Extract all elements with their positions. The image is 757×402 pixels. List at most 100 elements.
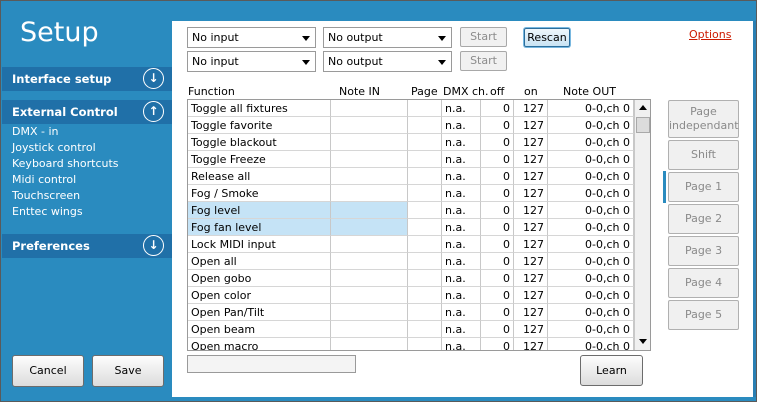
page-2-button[interactable]: Page 2: [668, 204, 739, 234]
note-in-cell[interactable]: [331, 338, 408, 350]
page-cell[interactable]: [408, 253, 442, 270]
page-cell[interactable]: [408, 151, 442, 168]
midi-input-select-2[interactable]: No input: [187, 51, 316, 72]
dmx-cell[interactable]: n.a.: [442, 202, 481, 219]
page-cell[interactable]: [408, 270, 442, 287]
table-row[interactable]: Toggle all fixtures n.a. 0 127 0-0,ch 0: [188, 100, 634, 117]
page-cell[interactable]: [408, 338, 442, 350]
dmx-cell[interactable]: n.a.: [442, 168, 481, 185]
shift-button[interactable]: Shift: [668, 140, 739, 170]
off-cell[interactable]: 0: [481, 270, 514, 287]
on-cell[interactable]: 127: [514, 236, 548, 253]
scroll-down-icon[interactable]: [635, 334, 650, 350]
midi-output-select-1[interactable]: No output: [323, 27, 452, 48]
on-cell[interactable]: 127: [514, 304, 548, 321]
up-arrow-circle-icon[interactable]: ↑: [143, 101, 164, 122]
table-row[interactable]: Toggle favorite n.a. 0 127 0-0,ch 0: [188, 117, 634, 134]
note-out-cell[interactable]: 0-0,ch 0: [548, 287, 634, 304]
midi-output-select-2[interactable]: No output: [323, 51, 452, 72]
note-in-cell[interactable]: [331, 117, 408, 134]
off-cell[interactable]: 0: [481, 168, 514, 185]
page-cell[interactable]: [408, 219, 442, 236]
off-cell[interactable]: 0: [481, 236, 514, 253]
page-cell[interactable]: [408, 134, 442, 151]
table-row[interactable]: Toggle Freeze n.a. 0 127 0-0,ch 0: [188, 151, 634, 168]
sidebar-item-enttec-wings[interactable]: Enttec wings: [12, 205, 83, 218]
sidebar-item-touchscreen[interactable]: Touchscreen: [12, 189, 80, 202]
sidebar-item-dmx-in[interactable]: DMX - in: [12, 125, 59, 138]
note-in-cell[interactable]: [331, 287, 408, 304]
page-cell[interactable]: [408, 321, 442, 338]
on-cell[interactable]: 127: [514, 151, 548, 168]
section-interface-setup[interactable]: Interface setup ↓: [2, 67, 172, 91]
off-cell[interactable]: 0: [481, 253, 514, 270]
dmx-cell[interactable]: n.a.: [442, 117, 481, 134]
on-cell[interactable]: 127: [514, 168, 548, 185]
on-cell[interactable]: 127: [514, 185, 548, 202]
dmx-cell[interactable]: n.a.: [442, 236, 481, 253]
note-out-cell[interactable]: 0-0,ch 0: [548, 202, 634, 219]
sidebar-item-keyboard-shortcuts[interactable]: Keyboard shortcuts: [12, 157, 119, 170]
on-cell[interactable]: 127: [514, 219, 548, 236]
table-row[interactable]: Open beam n.a. 0 127 0-0,ch 0: [188, 321, 634, 338]
on-cell[interactable]: 127: [514, 287, 548, 304]
start-button-1[interactable]: Start: [460, 27, 507, 47]
page-cell[interactable]: [408, 185, 442, 202]
scroll-thumb[interactable]: [636, 117, 650, 133]
page-cell[interactable]: [408, 202, 442, 219]
table-row[interactable]: Lock MIDI input n.a. 0 127 0-0,ch 0: [188, 236, 634, 253]
on-cell[interactable]: 127: [514, 100, 548, 117]
page-cell[interactable]: [408, 100, 442, 117]
scroll-up-icon[interactable]: [635, 100, 650, 116]
note-in-cell[interactable]: [331, 151, 408, 168]
note-out-cell[interactable]: 0-0,ch 0: [548, 270, 634, 287]
note-out-cell[interactable]: 0-0,ch 0: [548, 253, 634, 270]
note-out-cell[interactable]: 0-0,ch 0: [548, 168, 634, 185]
rescan-button[interactable]: Rescan: [524, 28, 570, 47]
off-cell[interactable]: 0: [481, 321, 514, 338]
table-row[interactable]: Fog level n.a. 0 127 0-0,ch 0: [188, 202, 634, 219]
note-in-cell[interactable]: [331, 168, 408, 185]
on-cell[interactable]: 127: [514, 202, 548, 219]
dmx-cell[interactable]: n.a.: [442, 304, 481, 321]
table-row[interactable]: Open all n.a. 0 127 0-0,ch 0: [188, 253, 634, 270]
note-in-cell[interactable]: [331, 134, 408, 151]
on-cell[interactable]: 127: [514, 117, 548, 134]
note-in-cell[interactable]: [331, 219, 408, 236]
table-row[interactable]: Open Pan/Tilt n.a. 0 127 0-0,ch 0: [188, 304, 634, 321]
on-cell[interactable]: 127: [514, 270, 548, 287]
dmx-cell[interactable]: n.a.: [442, 253, 481, 270]
options-link[interactable]: Options: [689, 28, 731, 41]
sidebar-item-midi-control[interactable]: Midi control: [12, 173, 76, 186]
off-cell[interactable]: 0: [481, 304, 514, 321]
page-1-button[interactable]: Page 1: [668, 172, 739, 202]
note-out-cell[interactable]: 0-0,ch 0: [548, 321, 634, 338]
section-external-control[interactable]: External Control ↑: [2, 100, 172, 124]
note-in-cell[interactable]: [331, 253, 408, 270]
table-row[interactable]: Open gobo n.a. 0 127 0-0,ch 0: [188, 270, 634, 287]
dmx-cell[interactable]: n.a.: [442, 134, 481, 151]
table-row[interactable]: Fog / Smoke n.a. 0 127 0-0,ch 0: [188, 185, 634, 202]
dmx-cell[interactable]: n.a.: [442, 185, 481, 202]
off-cell[interactable]: 0: [481, 134, 514, 151]
vertical-scrollbar[interactable]: [634, 100, 650, 350]
on-cell[interactable]: 127: [514, 321, 548, 338]
dmx-cell[interactable]: n.a.: [442, 321, 481, 338]
save-button[interactable]: Save: [92, 355, 164, 387]
note-in-cell[interactable]: [331, 202, 408, 219]
table-row[interactable]: Toggle blackout n.a. 0 127 0-0,ch 0: [188, 134, 634, 151]
down-arrow-circle-icon[interactable]: ↓: [143, 235, 164, 256]
section-preferences[interactable]: Preferences ↓: [2, 234, 172, 258]
learn-button[interactable]: Learn: [580, 355, 643, 386]
page-cell[interactable]: [408, 287, 442, 304]
page-cell[interactable]: [408, 168, 442, 185]
note-in-cell[interactable]: [331, 304, 408, 321]
start-button-2[interactable]: Start: [460, 51, 507, 71]
on-cell[interactable]: 127: [514, 253, 548, 270]
page-4-button[interactable]: Page 4: [668, 268, 739, 298]
page-cell[interactable]: [408, 304, 442, 321]
table-row[interactable]: Open macro n.a. 0 127 0-0,ch 0: [188, 338, 634, 350]
note-in-cell[interactable]: [331, 321, 408, 338]
page-cell[interactable]: [408, 236, 442, 253]
table-row[interactable]: Fog fan level n.a. 0 127 0-0,ch 0: [188, 219, 634, 236]
